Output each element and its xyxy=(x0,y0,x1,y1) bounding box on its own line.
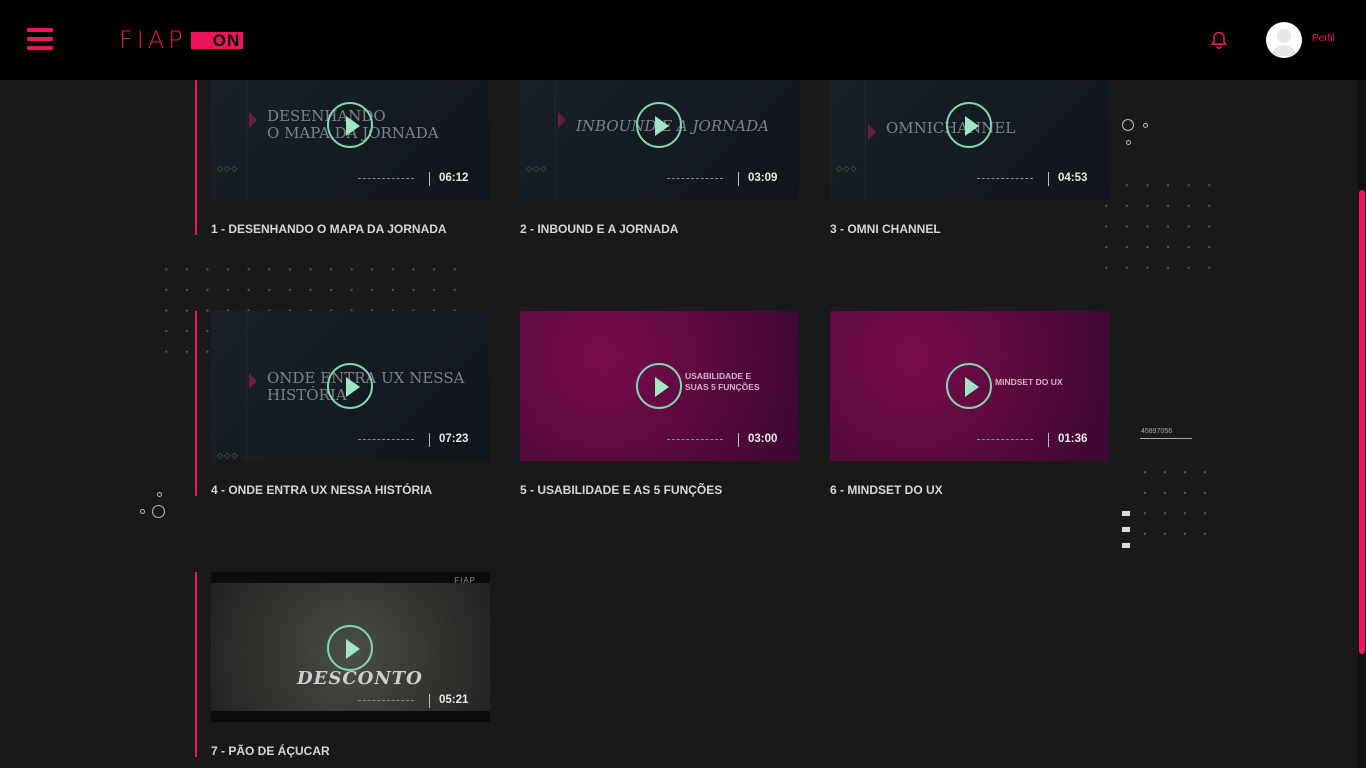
thumbnail-title: MINDSET DO UX xyxy=(995,377,1063,387)
progress-dashes xyxy=(977,439,1033,440)
video-duration: 07:23 xyxy=(439,433,469,445)
video-title[interactable]: 2 - INBOUND E A JORNADA xyxy=(520,222,678,236)
thumbnail-decoration xyxy=(246,311,247,461)
video-title[interactable]: 4 - ONDE ENTRA UX NESSA HISTÓRIA xyxy=(211,483,432,497)
letterbox-bar xyxy=(211,711,490,722)
video-thumbnail[interactable]: ONDE ENTRA UX NESSA HISTÓRIA ◇◇◇ 07:23 xyxy=(211,311,490,461)
scrollbar[interactable] xyxy=(1358,80,1366,768)
thumbnail-marker xyxy=(249,112,257,128)
video-card[interactable]: USABILIDADE E SUAS 5 FUNÇÕES 03:00 5 - U… xyxy=(520,311,810,497)
profile-link[interactable]: Perfil xyxy=(1312,33,1335,44)
thumbnail-dots: ◇◇◇ xyxy=(217,164,239,173)
video-title[interactable]: 3 - OMNI CHANNEL xyxy=(830,222,941,236)
decorative-ring xyxy=(140,509,145,514)
play-icon[interactable] xyxy=(946,102,992,148)
decorative-square xyxy=(1122,527,1130,532)
decorative-ring xyxy=(157,492,162,497)
divider xyxy=(738,172,739,186)
top-header: FIAP ON Perfil xyxy=(0,0,1366,80)
menu-icon[interactable] xyxy=(27,28,53,50)
video-duration: 06:12 xyxy=(439,172,469,184)
decorative-ring xyxy=(1126,140,1131,145)
fiap-watermark: FIAP xyxy=(454,576,476,585)
video-thumbnail[interactable]: FIAP DESCONTO 05:21 xyxy=(211,572,490,722)
play-icon[interactable] xyxy=(636,102,682,148)
progress-dashes xyxy=(358,700,414,701)
divider xyxy=(1048,433,1049,447)
video-title[interactable]: 1 - DESENHANDO O MAPA DA JORNADA xyxy=(211,222,447,236)
divider xyxy=(1140,438,1192,439)
play-icon[interactable] xyxy=(327,363,373,409)
thumbnail-dots: ◇◇◇ xyxy=(217,451,239,460)
video-duration: 03:00 xyxy=(748,433,778,445)
thumbnail-title: USABILIDADE E SUAS 5 FUNÇÕES xyxy=(685,371,760,392)
video-duration: 01:36 xyxy=(1058,433,1088,445)
letterbox-bar xyxy=(211,572,490,583)
video-duration: 04:53 xyxy=(1058,172,1088,184)
thumbnail-title: DESCONTO xyxy=(297,668,423,689)
decorative-ring xyxy=(1143,123,1148,128)
decorative-ring xyxy=(152,505,165,518)
video-thumbnail[interactable]: USABILIDADE E SUAS 5 FUNÇÕES 03:00 xyxy=(520,311,799,461)
play-icon[interactable] xyxy=(327,625,373,671)
video-thumbnail[interactable]: MINDSET DO UX 01:36 xyxy=(830,311,1109,461)
play-icon[interactable] xyxy=(327,102,373,148)
video-card[interactable]: ONDE ENTRA UX NESSA HISTÓRIA ◇◇◇ 07:23 4… xyxy=(195,311,490,497)
video-card[interactable]: FIAP DESCONTO 05:21 7 - PÃO DE ÁÇUCAR xyxy=(195,572,490,758)
progress-dashes xyxy=(667,439,723,440)
decorative-dot-grid-right-bottom xyxy=(1135,462,1215,540)
video-card[interactable]: MINDSET DO UX 01:36 6 - MINDSET DO UX xyxy=(830,311,1120,497)
play-icon[interactable] xyxy=(636,363,682,409)
thumbnail-marker xyxy=(868,124,876,140)
logo-text: FIAP xyxy=(119,26,187,54)
video-title[interactable]: 7 - PÃO DE ÁÇUCAR xyxy=(211,744,330,758)
bell-icon[interactable] xyxy=(1209,30,1229,50)
fiap-on-logo[interactable]: FIAP ON xyxy=(119,26,244,54)
progress-dashes xyxy=(358,178,414,179)
thumbnail-dots: ◇◇◇ xyxy=(836,164,858,173)
progress-dashes xyxy=(977,178,1033,179)
scrollbar-thumb[interactable] xyxy=(1359,190,1365,654)
decorative-square xyxy=(1122,511,1130,516)
play-icon[interactable] xyxy=(946,363,992,409)
video-title[interactable]: 6 - MINDSET DO UX xyxy=(830,483,943,497)
thumbnail-marker xyxy=(249,373,257,389)
progress-dashes xyxy=(358,439,414,440)
video-duration: 03:09 xyxy=(748,172,778,184)
divider xyxy=(429,433,430,447)
divider xyxy=(1048,172,1049,186)
side-number: 45897056 xyxy=(1141,428,1173,435)
divider xyxy=(738,433,739,447)
decorative-square xyxy=(1122,543,1130,548)
thumbnail-dots: ◇◇◇ xyxy=(526,164,548,173)
logo-badge: ON xyxy=(190,31,244,49)
video-title[interactable]: 5 - USABILIDADE E AS 5 FUNÇÕES xyxy=(520,483,722,497)
avatar-icon[interactable] xyxy=(1266,22,1302,58)
divider xyxy=(429,172,430,186)
divider xyxy=(429,694,430,708)
progress-dashes xyxy=(667,178,723,179)
thumbnail-marker xyxy=(558,112,566,128)
decorative-ring xyxy=(1122,119,1134,131)
video-duration: 05:21 xyxy=(439,694,469,706)
